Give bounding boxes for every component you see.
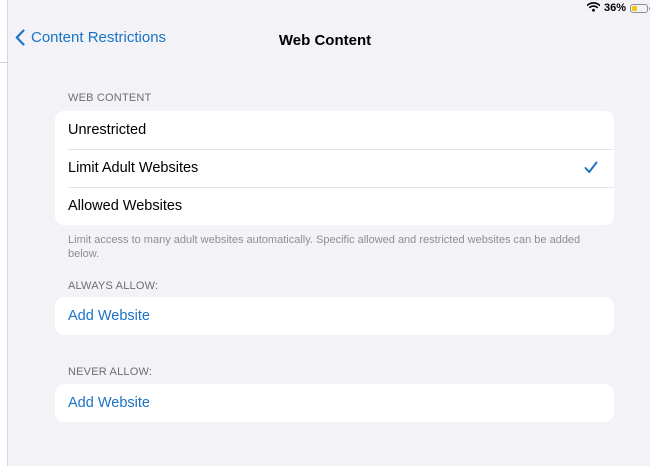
never-allow-header: NEVER ALLOW: xyxy=(68,366,153,378)
option-unrestricted[interactable]: Unrestricted xyxy=(55,111,614,149)
status-bar: 36% xyxy=(586,0,650,16)
sidebar-divider xyxy=(0,62,7,63)
always-allow-list: Add Website xyxy=(55,297,614,335)
battery-percent: 36% xyxy=(603,2,626,14)
page-title: Web Content xyxy=(278,32,372,49)
always-allow-header: ALWAYS ALLOW: xyxy=(68,280,159,292)
wifi-icon xyxy=(586,1,601,15)
web-content-footer: Limit access to many adult websites auto… xyxy=(68,234,581,260)
battery-icon xyxy=(630,3,650,13)
sidebar-edge xyxy=(0,0,8,466)
option-allowed-websites[interactable]: Allowed Websites xyxy=(55,187,614,225)
always-allow-add-website-button[interactable]: Add Website xyxy=(55,297,614,335)
web-content-options: Unrestricted Limit Adult Websites Allowe… xyxy=(55,111,614,225)
navigation-bar: Content Restrictions Web Content xyxy=(7,26,650,56)
option-label: Unrestricted xyxy=(68,122,147,138)
option-label: Allowed Websites xyxy=(68,198,183,214)
checkmark-icon xyxy=(584,161,598,173)
never-allow-add-website-button[interactable]: Add Website xyxy=(55,384,614,422)
battery-level xyxy=(632,5,637,11)
option-limit-adult-websites[interactable]: Limit Adult Websites xyxy=(55,149,614,187)
never-allow-list: Add Website xyxy=(55,384,614,422)
web-content-header: WEB CONTENT xyxy=(68,92,152,104)
option-label: Limit Adult Websites xyxy=(68,160,199,176)
